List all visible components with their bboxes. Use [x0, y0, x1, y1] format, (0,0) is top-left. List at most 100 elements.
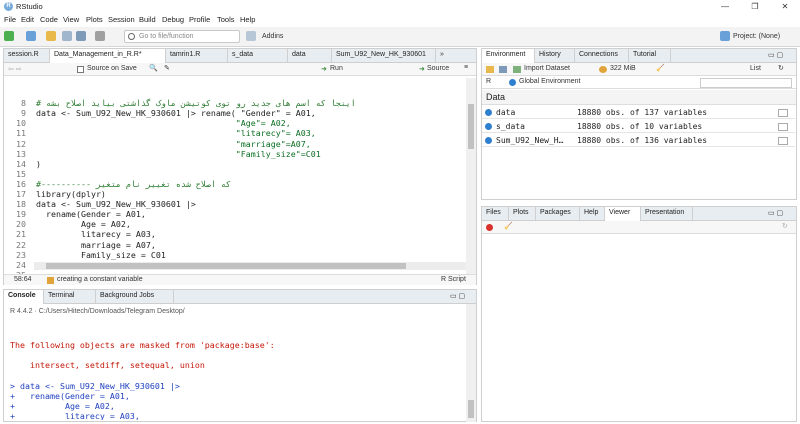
menu-code[interactable]: Code — [40, 15, 58, 24]
memory-pie-icon — [599, 66, 607, 73]
run-button[interactable]: Run — [330, 65, 343, 72]
tab-sum-u92[interactable]: Sum_U92_New_HK_930601 — [332, 49, 436, 63]
tab-terminal[interactable]: Terminal — [44, 290, 96, 304]
refresh-icon[interactable]: ↻ — [782, 222, 788, 230]
code-line: 10 "Age"= A02, — [4, 118, 466, 128]
stop-icon[interactable] — [486, 224, 493, 231]
menu-build[interactable]: Build — [139, 15, 156, 24]
goto-file-input[interactable]: Go to file/function — [124, 30, 240, 43]
menu-session[interactable]: Session — [108, 15, 135, 24]
viewer-toolbar: 🧹 ↻ — [482, 221, 796, 234]
open-file-icon[interactable] — [46, 31, 56, 41]
line-number: 9 — [21, 108, 26, 119]
tab-viewer[interactable]: Viewer — [605, 207, 641, 221]
load-workspace-icon[interactable] — [486, 66, 494, 73]
memory-usage[interactable]: 322 MiB — [610, 65, 636, 72]
clear-broom-icon[interactable]: 🧹 — [656, 64, 665, 72]
menu-file[interactable]: File — [4, 15, 16, 24]
tab-console[interactable]: Console — [4, 290, 44, 304]
maximize-icon[interactable]: ❐ — [740, 0, 770, 13]
tab-connections[interactable]: Connections — [575, 49, 629, 63]
tab-files[interactable]: Files — [482, 207, 509, 221]
tab-history[interactable]: History — [535, 49, 575, 63]
code-area[interactable]: 8 # اینجا که اسم های جدید رو توی کوتیشن م… — [4, 78, 466, 274]
editor-hscrollbar[interactable] — [34, 262, 466, 270]
save-workspace-icon[interactable] — [499, 66, 507, 73]
expand-icon[interactable] — [485, 109, 492, 116]
source-on-save-checkbox[interactable] — [77, 66, 84, 73]
view-mode-select[interactable]: List — [750, 65, 761, 72]
minimize-pane-icon[interactable]: ▭ ▢ — [768, 209, 783, 217]
code-line: 19 rename(Gender = A01, — [4, 209, 466, 219]
source-on-save-label: Source on Save — [87, 65, 137, 72]
menu-debug[interactable]: Debug — [162, 15, 184, 24]
menu-plots[interactable]: Plots — [86, 15, 103, 24]
tab-packages[interactable]: Packages — [536, 207, 580, 221]
scope-select[interactable]: Global Environment — [519, 78, 580, 85]
menu-edit[interactable]: Edit — [21, 15, 34, 24]
new-file-icon[interactable] — [4, 31, 14, 41]
save-icon[interactable] — [62, 31, 72, 41]
tab-background-jobs[interactable]: Background Jobs — [96, 290, 174, 304]
save-all-icon[interactable] — [76, 31, 86, 41]
tab-data-management[interactable]: Data_Management_in_R.R* — [50, 49, 166, 63]
tab-tamrin1[interactable]: tamrin1.R — [166, 49, 228, 63]
line-number: 19 — [16, 209, 26, 220]
tab-session-r[interactable]: session.R — [4, 49, 50, 63]
close-icon[interactable]: ✕ — [770, 0, 800, 13]
view-table-icon[interactable] — [778, 137, 788, 145]
minimize-pane-icon[interactable]: ▭ ▢ — [768, 51, 783, 59]
source-button[interactable]: Source — [427, 65, 449, 72]
tab-help[interactable]: Help — [580, 207, 605, 221]
new-project-icon[interactable] — [26, 31, 36, 41]
environment-tab-strip: Environment History Connections Tutorial… — [482, 49, 796, 63]
refresh-icon[interactable]: ↻ — [778, 64, 784, 72]
tab-tutorial[interactable]: Tutorial — [629, 49, 671, 63]
console-line: + rename(Gender = A01, — [10, 390, 130, 401]
search-icon[interactable]: 🔍 — [149, 64, 158, 72]
env-name: data — [496, 108, 516, 117]
expand-icon[interactable] — [485, 123, 492, 130]
outline-icon[interactable]: ≡ — [464, 64, 468, 71]
view-table-icon[interactable] — [778, 123, 788, 131]
tab-plots[interactable]: Plots — [509, 207, 536, 221]
more-tabs-icon[interactable]: » — [440, 51, 444, 58]
tab-s-data[interactable]: s_data — [228, 49, 288, 63]
clear-viewer-icon[interactable]: 🧹 — [504, 222, 513, 230]
console-scrollbar[interactable] — [466, 304, 476, 422]
env-name: Sum_U92_New_H… — [496, 136, 564, 145]
tab-environment[interactable]: Environment — [482, 49, 535, 63]
env-search-input[interactable] — [700, 78, 792, 88]
editor-scrollbar[interactable] — [466, 78, 476, 274]
view-table-icon[interactable] — [778, 109, 788, 117]
env-row[interactable]: data 18880 obs. of 137 variables — [482, 106, 795, 119]
minimize-pane-icon[interactable]: ▭ ▢ — [450, 292, 465, 300]
workspace-panes-icon[interactable] — [246, 31, 256, 41]
back-arrow-icon[interactable]: ⇦ ⇨ — [8, 65, 22, 73]
print-icon[interactable] — [95, 31, 105, 41]
code-line: 23 Family_size = C01 — [4, 250, 466, 260]
console-scroll-thumb[interactable] — [468, 400, 474, 418]
addins-menu[interactable]: Addins — [262, 33, 283, 40]
env-row[interactable]: Sum_U92_New_H… 18880 obs. of 136 variabl… — [482, 134, 795, 147]
menu-view[interactable]: View — [63, 15, 79, 24]
scope-indicator[interactable]: creating a constant variable — [57, 276, 143, 283]
import-dataset-button[interactable]: Import Dataset — [524, 65, 570, 72]
project-menu[interactable]: Project: (None) — [733, 33, 780, 40]
file-type[interactable]: R Script — [441, 276, 466, 283]
language-select[interactable]: R — [486, 78, 491, 85]
minimize-icon[interactable]: — — [710, 0, 740, 13]
editor-scroll-thumb[interactable] — [468, 104, 474, 149]
wand-icon[interactable]: ✎ — [164, 64, 170, 72]
tab-presentation[interactable]: Presentation — [641, 207, 693, 221]
expand-icon[interactable] — [485, 137, 492, 144]
console-output[interactable]: The following objects are masked from 'p… — [10, 320, 468, 420]
env-row[interactable]: s_data 18880 obs. of 10 variables — [482, 120, 795, 133]
editor-hscroll-thumb[interactable] — [46, 263, 406, 269]
menu-profile[interactable]: Profile — [189, 15, 210, 24]
source-editor-pane: session.R Data_Management_in_R.R* tamrin… — [3, 48, 477, 285]
line-number: 21 — [16, 229, 26, 240]
menu-help[interactable]: Help — [240, 15, 255, 24]
tab-data[interactable]: data — [288, 49, 332, 63]
menu-tools[interactable]: Tools — [217, 15, 235, 24]
